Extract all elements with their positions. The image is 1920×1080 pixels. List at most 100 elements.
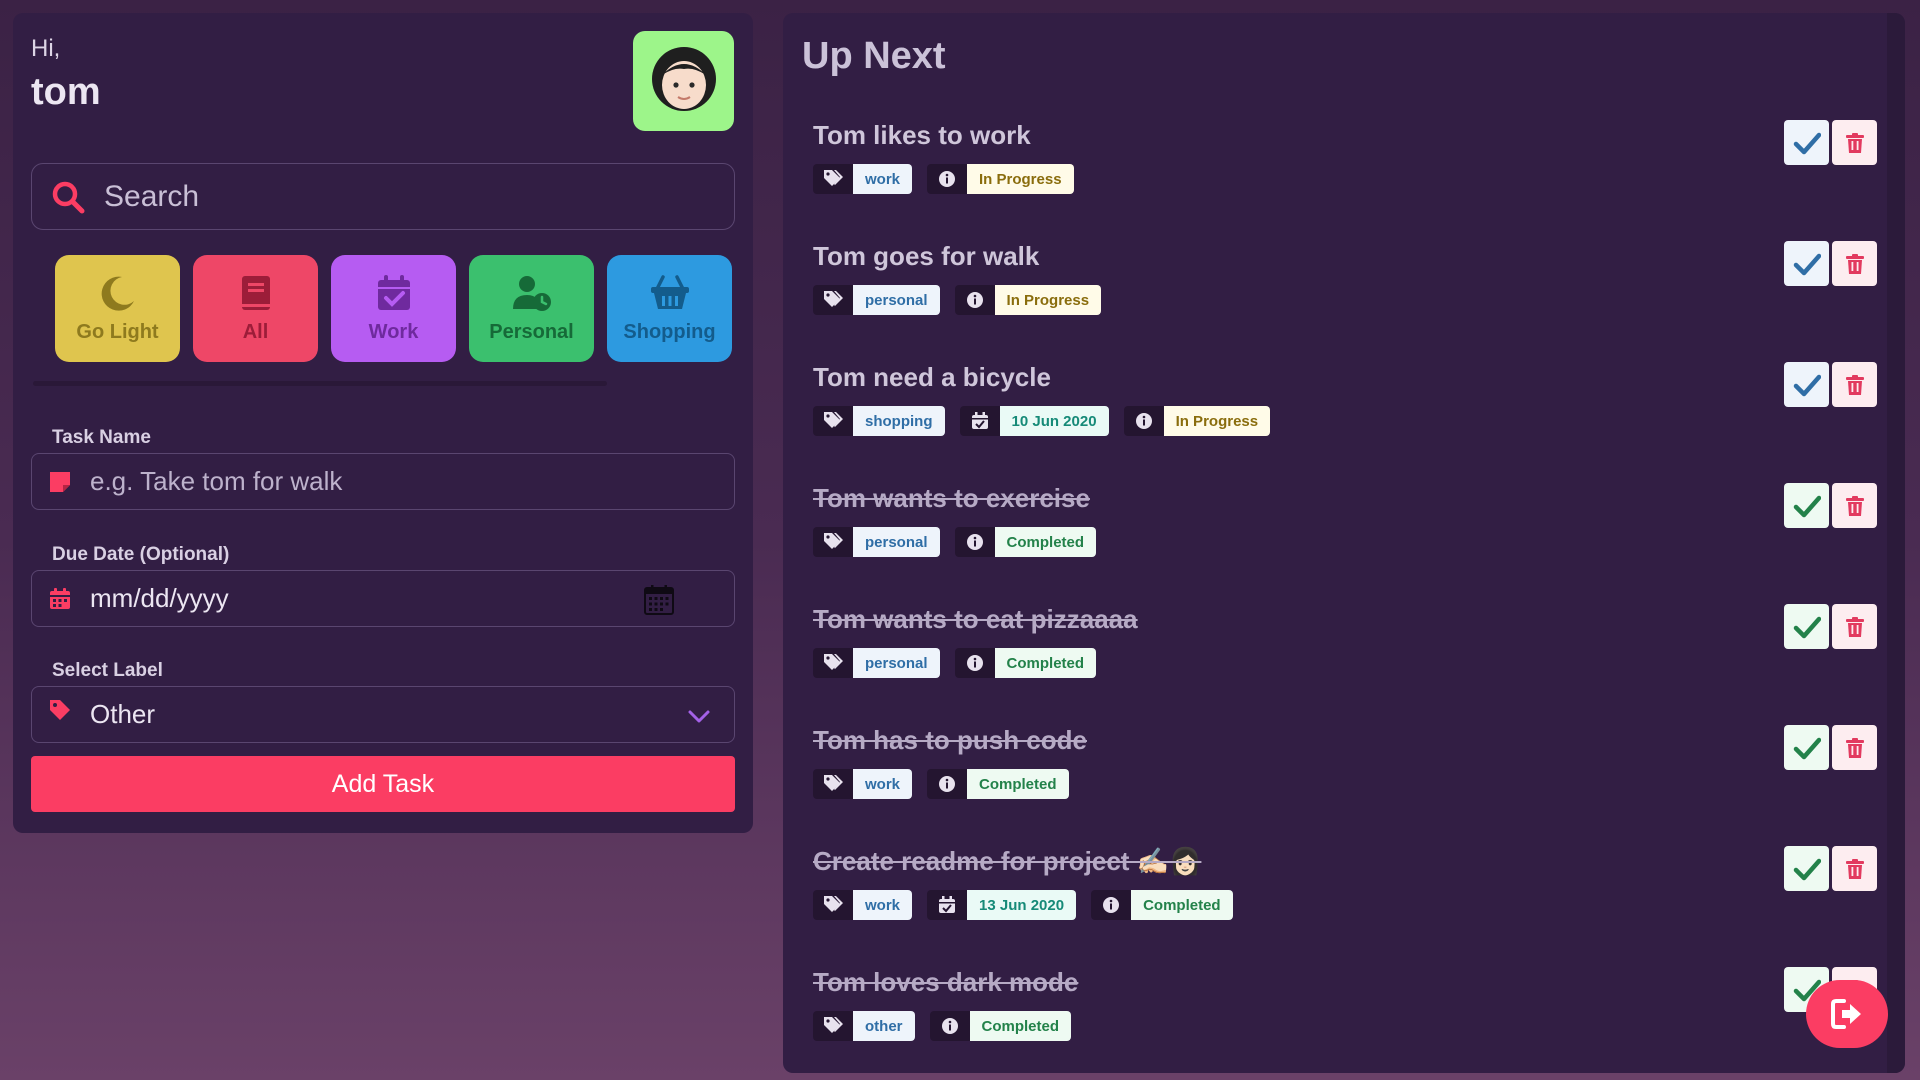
- info-icon: [941, 1018, 958, 1034]
- complete-task-button[interactable]: [1784, 120, 1829, 165]
- delete-task-button[interactable]: [1832, 725, 1877, 770]
- sticky-note-icon: [50, 471, 70, 492]
- task-actions: [1784, 362, 1877, 407]
- task-date-tag: 13 Jun 2020: [927, 890, 1077, 920]
- task-label: personal: [853, 285, 940, 315]
- info-icon: [966, 534, 983, 550]
- task-status: Completed: [994, 527, 1097, 557]
- delete-task-button[interactable]: [1832, 120, 1877, 165]
- complete-task-button[interactable]: [1784, 604, 1829, 649]
- task-status-tag: Completed: [929, 1011, 1072, 1041]
- search-placeholder: Search: [104, 179, 200, 213]
- task-label: other: [853, 1011, 915, 1041]
- task-item: Tom loves dark mode other Completed: [813, 967, 1883, 1067]
- task-tags: personal Completed: [813, 648, 1883, 678]
- task-actions: [1784, 604, 1877, 649]
- sign-out-icon: [1831, 999, 1861, 1029]
- task-date-tag: 10 Jun 2020: [959, 406, 1109, 436]
- sidebar-panel: Hi, tom Search Go Light All Work Persona…: [13, 13, 753, 833]
- task-status-tag: Completed: [954, 527, 1097, 557]
- user-name: tom: [31, 71, 101, 113]
- task-status-tag: Completed: [1091, 890, 1233, 920]
- basket-icon: [650, 275, 689, 309]
- task-status: In Progress: [967, 164, 1074, 194]
- label-select-value: Other: [90, 699, 156, 729]
- all-filter-label: All: [242, 321, 269, 343]
- work-filter-button[interactable]: Work: [331, 255, 456, 362]
- task-date: 10 Jun 2020: [999, 406, 1109, 436]
- task-item: Tom wants to exercise personal Completed: [813, 483, 1883, 583]
- task-label-tag: personal: [813, 285, 940, 315]
- trash-icon: [1845, 253, 1864, 274]
- user-clock-icon: [512, 276, 551, 311]
- task-label-tag: work: [813, 769, 913, 799]
- task-item: Tom need a bicycle shopping 10 Jun 2020 In …: [813, 362, 1883, 462]
- task-item: Tom wants to eat pizzaaaa personal Complet…: [813, 604, 1883, 704]
- calendar-icon: [50, 587, 70, 609]
- task-status-tag: In Progress: [927, 164, 1074, 194]
- greeting-text: Hi,: [31, 35, 61, 62]
- search-icon: [52, 181, 85, 213]
- task-status: Completed: [994, 648, 1097, 678]
- all-filter-button[interactable]: All: [193, 255, 318, 362]
- task-item: Tom goes for walk personal In Progress: [813, 241, 1883, 341]
- tag-icon: [824, 170, 843, 186]
- task-status-tag: In Progress: [954, 285, 1102, 315]
- avatar[interactable]: [633, 31, 734, 131]
- trash-icon: [1845, 132, 1864, 153]
- trash-icon: [1845, 495, 1864, 516]
- complete-task-button[interactable]: [1784, 362, 1829, 407]
- task-date: 13 Jun 2020: [967, 890, 1077, 920]
- task-name-input[interactable]: e.g. Take tom for walk: [31, 453, 735, 510]
- task-label-tag: personal: [813, 648, 940, 678]
- check-icon: [1793, 858, 1821, 880]
- scrollbar[interactable]: [1887, 13, 1905, 1073]
- calendar-check-icon: [377, 275, 410, 310]
- date-picker-icon[interactable]: [642, 583, 676, 617]
- complete-task-button[interactable]: [1784, 846, 1829, 891]
- delete-task-button[interactable]: [1832, 604, 1877, 649]
- go-light-button[interactable]: Go Light: [55, 255, 180, 362]
- label-select[interactable]: Other: [31, 686, 735, 743]
- add-task-button[interactable]: Add Task: [31, 756, 735, 812]
- shopping-filter-label: Shopping: [623, 321, 716, 343]
- avatar-face-icon: [651, 47, 716, 111]
- filter-scrollbar[interactable]: [33, 381, 607, 386]
- greeting: Hi, tom: [31, 35, 101, 114]
- moon-icon: [101, 276, 134, 311]
- task-label: personal: [853, 527, 940, 557]
- tag-icon: [50, 699, 70, 720]
- check-icon: [1793, 495, 1821, 517]
- task-title: Create readme for project ✍🏻👩🏻: [813, 846, 1202, 876]
- search-input[interactable]: Search: [31, 163, 735, 230]
- task-tags: personal In Progress: [813, 285, 1883, 315]
- complete-task-button[interactable]: [1784, 725, 1829, 770]
- delete-task-button[interactable]: [1832, 846, 1877, 891]
- task-status: In Progress: [1163, 406, 1271, 436]
- shopping-filter-button[interactable]: Shopping: [607, 255, 732, 362]
- task-status: Completed: [967, 769, 1069, 799]
- tag-icon: [824, 533, 843, 549]
- tag-icon: [824, 412, 843, 428]
- task-status-tag: Completed: [927, 769, 1069, 799]
- task-actions: [1784, 846, 1877, 891]
- info-icon: [1103, 897, 1120, 913]
- delete-task-button[interactable]: [1832, 241, 1877, 286]
- complete-task-button[interactable]: [1784, 241, 1829, 286]
- chevron-down-icon: [688, 710, 710, 723]
- complete-task-button[interactable]: [1784, 483, 1829, 528]
- task-actions: [1784, 241, 1877, 286]
- due-date-input[interactable]: mm/dd/yyyy: [31, 570, 735, 627]
- trash-icon: [1845, 374, 1864, 395]
- task-label: shopping: [853, 406, 945, 436]
- logout-button[interactable]: [1806, 980, 1888, 1048]
- check-icon: [1793, 374, 1821, 396]
- task-tags: work In Progress: [813, 164, 1883, 194]
- trash-icon: [1845, 858, 1864, 879]
- delete-task-button[interactable]: [1832, 483, 1877, 528]
- personal-filter-button[interactable]: Personal: [469, 255, 594, 362]
- task-title: Tom wants to exercise: [813, 483, 1090, 513]
- delete-task-button[interactable]: [1832, 362, 1877, 407]
- task-label: work: [853, 769, 913, 799]
- task-tags: work 13 Jun 2020 Completed: [813, 890, 1883, 920]
